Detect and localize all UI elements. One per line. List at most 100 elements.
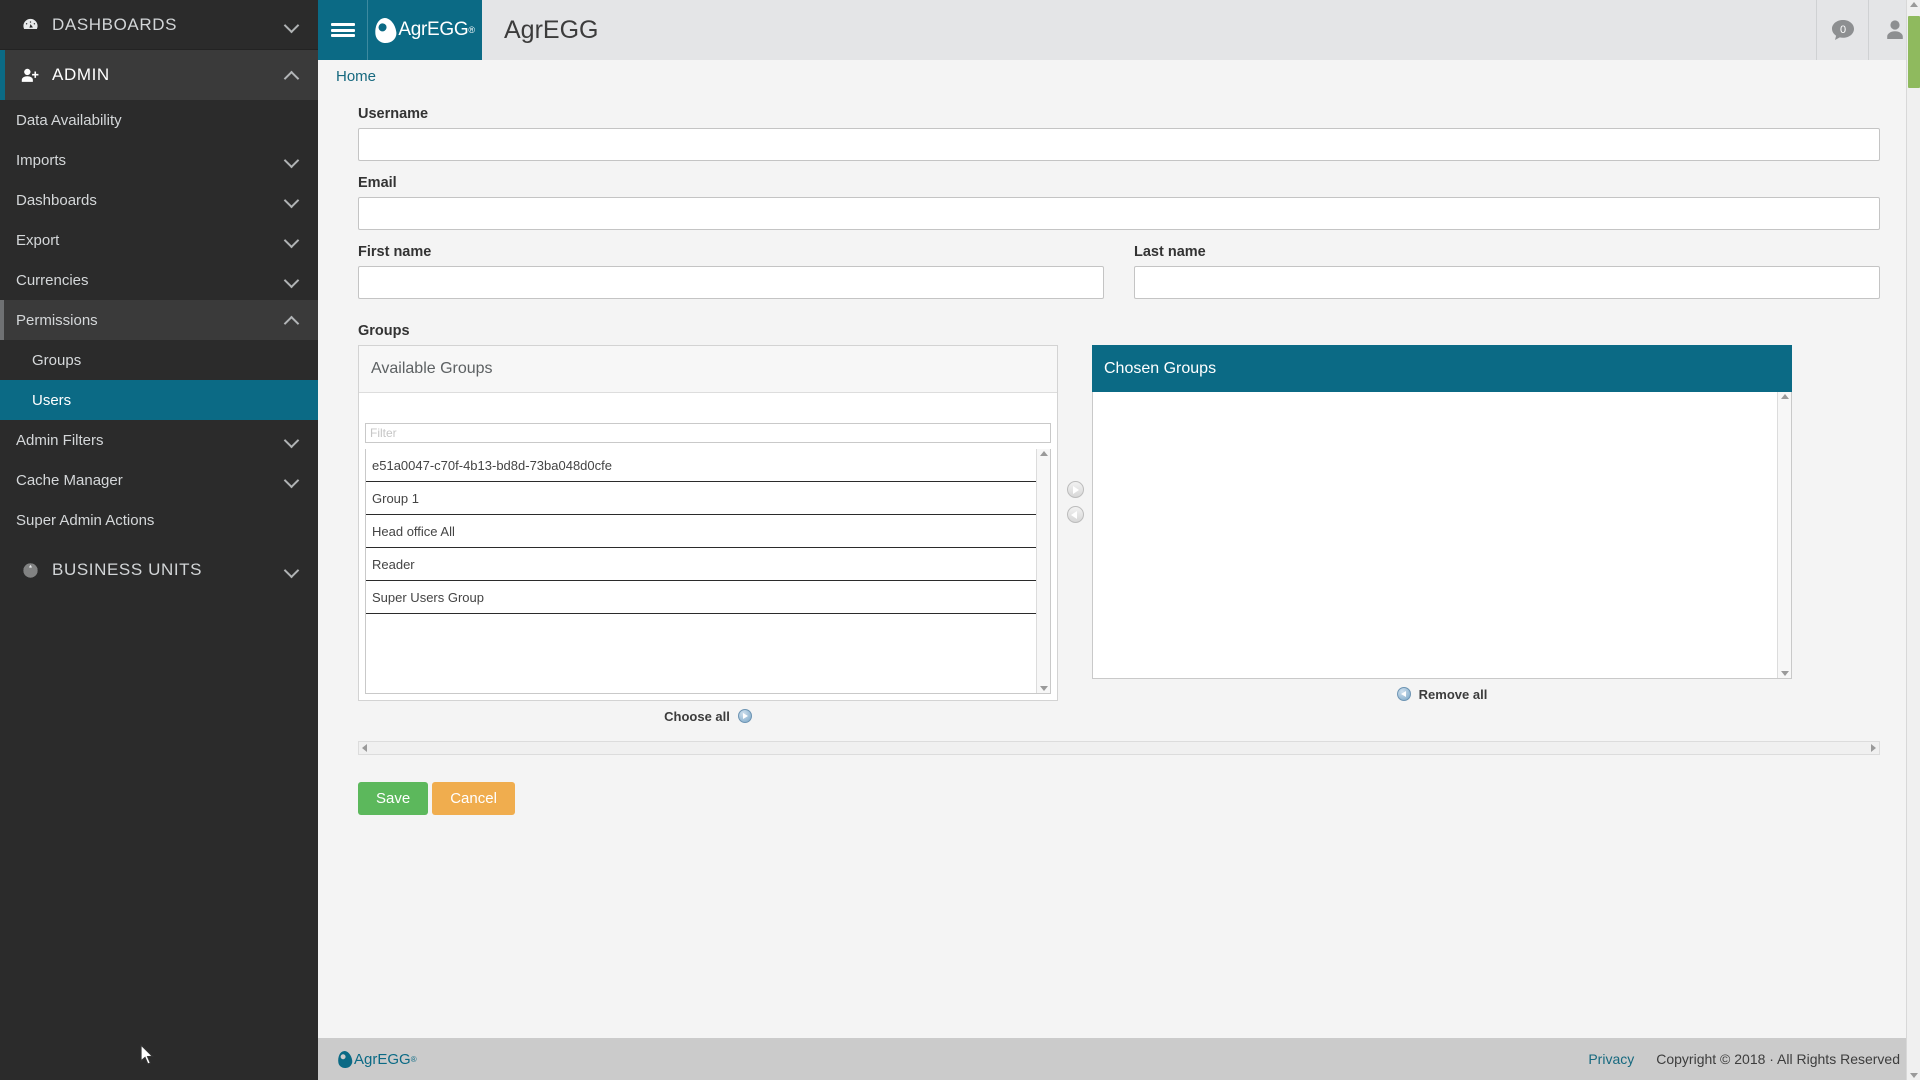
email-field-group: Email: [358, 175, 1880, 230]
app-root: DASHBOARDS ADMIN Data Availability Impor…: [0, 0, 1920, 1080]
remove-all-label: Remove all: [1418, 686, 1488, 702]
brand-logo: AgrEGG ®: [373, 16, 475, 44]
username-input[interactable]: [358, 128, 1880, 161]
chevron-up-icon: [284, 312, 300, 328]
list-item[interactable]: e51a0047-c70f-4b13-bd8d-73ba048d0cfe: [366, 449, 1036, 482]
chevron-down-icon: [284, 562, 300, 578]
last-name-input[interactable]: [1134, 266, 1880, 299]
chevron-down-icon: [284, 17, 300, 33]
sidebar-item-users[interactable]: Users: [0, 380, 318, 420]
available-groups-list: e51a0047-c70f-4b13-bd8d-73ba048d0cfe Gro…: [366, 449, 1036, 693]
sidebar-item-label: Super Admin Actions: [16, 511, 155, 529]
scroll-down-icon[interactable]: [1780, 671, 1789, 676]
list-item[interactable]: Group 1: [366, 482, 1036, 515]
sidebar-item-data-availability[interactable]: Data Availability: [0, 100, 318, 140]
first-name-label: First name: [358, 244, 432, 260]
user-add-icon: [18, 67, 42, 84]
first-name-input[interactable]: [358, 266, 1104, 299]
chosen-list-scrollbar[interactable]: [1777, 392, 1791, 678]
groups-dual-list: Available Groups e51a0047-c70f-4b13-bd8d…: [358, 345, 1880, 731]
sidebar-section-admin[interactable]: ADMIN: [0, 50, 318, 100]
save-button[interactable]: Save: [358, 782, 429, 815]
available-list-scrollbar[interactable]: [1036, 449, 1050, 693]
choose-all-button[interactable]: Choose all: [358, 701, 1058, 731]
sidebar-item-groups[interactable]: Groups: [0, 340, 318, 380]
footer-brand: AgrEGG ®: [336, 1049, 417, 1069]
cancel-button[interactable]: Cancel: [432, 782, 515, 815]
sidebar-item-permissions[interactable]: Permissions: [0, 300, 318, 340]
arrow-right-circle-icon: [737, 709, 752, 723]
sidebar-item-dashboards[interactable]: Dashboards: [0, 180, 318, 220]
choose-all-label: Choose all: [664, 708, 730, 724]
sidebar-item-label: Admin Filters: [16, 431, 104, 449]
app-title: AgrEGG: [504, 15, 599, 44]
sidebar: DASHBOARDS ADMIN Data Availability Impor…: [0, 0, 318, 1080]
chosen-groups-title: Chosen Groups: [1092, 345, 1792, 392]
sidebar-item-label: Dashboards: [16, 191, 97, 209]
brand-registered-mark: ®: [468, 25, 475, 35]
scroll-right-icon[interactable]: [1871, 744, 1876, 752]
chevron-down-icon: [284, 272, 300, 288]
username-label: Username: [358, 106, 429, 122]
remove-all-button[interactable]: Remove all: [1092, 679, 1792, 709]
brand-logo-button[interactable]: AgrEGG ®: [368, 0, 482, 60]
list-item[interactable]: Reader: [366, 548, 1036, 581]
move-left-button[interactable]: [1066, 506, 1084, 523]
move-right-button[interactable]: [1066, 481, 1084, 498]
sidebar-item-label: Export: [16, 231, 60, 249]
sidebar-item-label: Imports: [16, 151, 67, 169]
svg-text:0: 0: [1839, 24, 1845, 36]
available-filter-zone: [359, 393, 1057, 449]
scroll-up-icon[interactable]: [1780, 394, 1789, 399]
sidebar-item-imports[interactable]: Imports: [0, 140, 318, 180]
sidebar-item-label: Permissions: [16, 311, 98, 329]
sidebar-item-admin-filters[interactable]: Admin Filters: [0, 420, 318, 460]
scroll-left-icon[interactable]: [362, 744, 367, 752]
sidebar-item-export[interactable]: Export: [0, 220, 318, 260]
breadcrumb-home-link[interactable]: Home: [336, 68, 376, 85]
chosen-groups-column: Chosen Groups Remove all: [1092, 345, 1792, 709]
chevron-down-icon: [284, 472, 300, 488]
messages-button[interactable]: 0: [1816, 0, 1868, 60]
sidebar-item-cache-manager[interactable]: Cache Manager: [0, 460, 318, 500]
list-item[interactable]: Head office All: [366, 515, 1036, 548]
egg-icon: [373, 16, 398, 44]
sidebar-item-label: Data Availability: [16, 111, 122, 129]
content-area: Username Email First name Last name Grou…: [318, 92, 1920, 1038]
available-groups-title: Available Groups: [359, 346, 1057, 393]
footer-registered-mark: ®: [410, 1054, 417, 1064]
sidebar-item-super-admin-actions[interactable]: Super Admin Actions: [0, 500, 318, 540]
scrollbar-thumb[interactable]: [1907, 16, 1920, 88]
footer: AgrEGG ® Privacy Copyright © 2018 · All …: [318, 1038, 1920, 1080]
sidebar-item-label: Cache Manager: [16, 471, 123, 489]
filter-spacer: [365, 401, 1051, 423]
brand-name: AgrEGG: [398, 19, 469, 40]
available-groups-filter-input[interactable]: [365, 423, 1051, 443]
chat-bubble-icon: 0: [1831, 20, 1854, 40]
email-input[interactable]: [358, 197, 1880, 230]
sidebar-subitem-label: Users: [32, 391, 72, 409]
sidebar-section-business-units[interactable]: BUSINESS UNITS: [0, 545, 318, 595]
chevron-up-icon: [284, 67, 300, 83]
available-groups-listbox[interactable]: e51a0047-c70f-4b13-bd8d-73ba048d0cfe Gro…: [365, 449, 1051, 694]
email-label: Email: [358, 175, 397, 191]
chevron-down-icon: [284, 192, 300, 208]
scroll-up-icon[interactable]: [1039, 451, 1048, 456]
scroll-down-icon[interactable]: [1039, 686, 1048, 691]
sidebar-section-dashboards[interactable]: DASHBOARDS: [0, 0, 318, 50]
chevron-down-icon: [284, 152, 300, 168]
chosen-groups-listbox[interactable]: [1092, 392, 1792, 679]
sidebar-item-currencies[interactable]: Currencies: [0, 260, 318, 300]
scroll-down-icon[interactable]: [1909, 1073, 1918, 1078]
horizontal-scrollbar[interactable]: [358, 741, 1880, 755]
privacy-link[interactable]: Privacy: [1588, 1051, 1634, 1067]
page-scrollbar[interactable]: [1906, 0, 1920, 1080]
sidebar-section-label: BUSINESS UNITS: [52, 560, 203, 579]
available-groups-column: Available Groups e51a0047-c70f-4b13-bd8d…: [358, 345, 1058, 731]
list-item[interactable]: Super Users Group: [366, 581, 1036, 614]
scroll-up-icon[interactable]: [1909, 2, 1918, 7]
dashboard-icon: [18, 16, 42, 33]
menu-toggle-button[interactable]: [318, 0, 368, 60]
last-name-field-group: Last name: [1134, 244, 1880, 299]
